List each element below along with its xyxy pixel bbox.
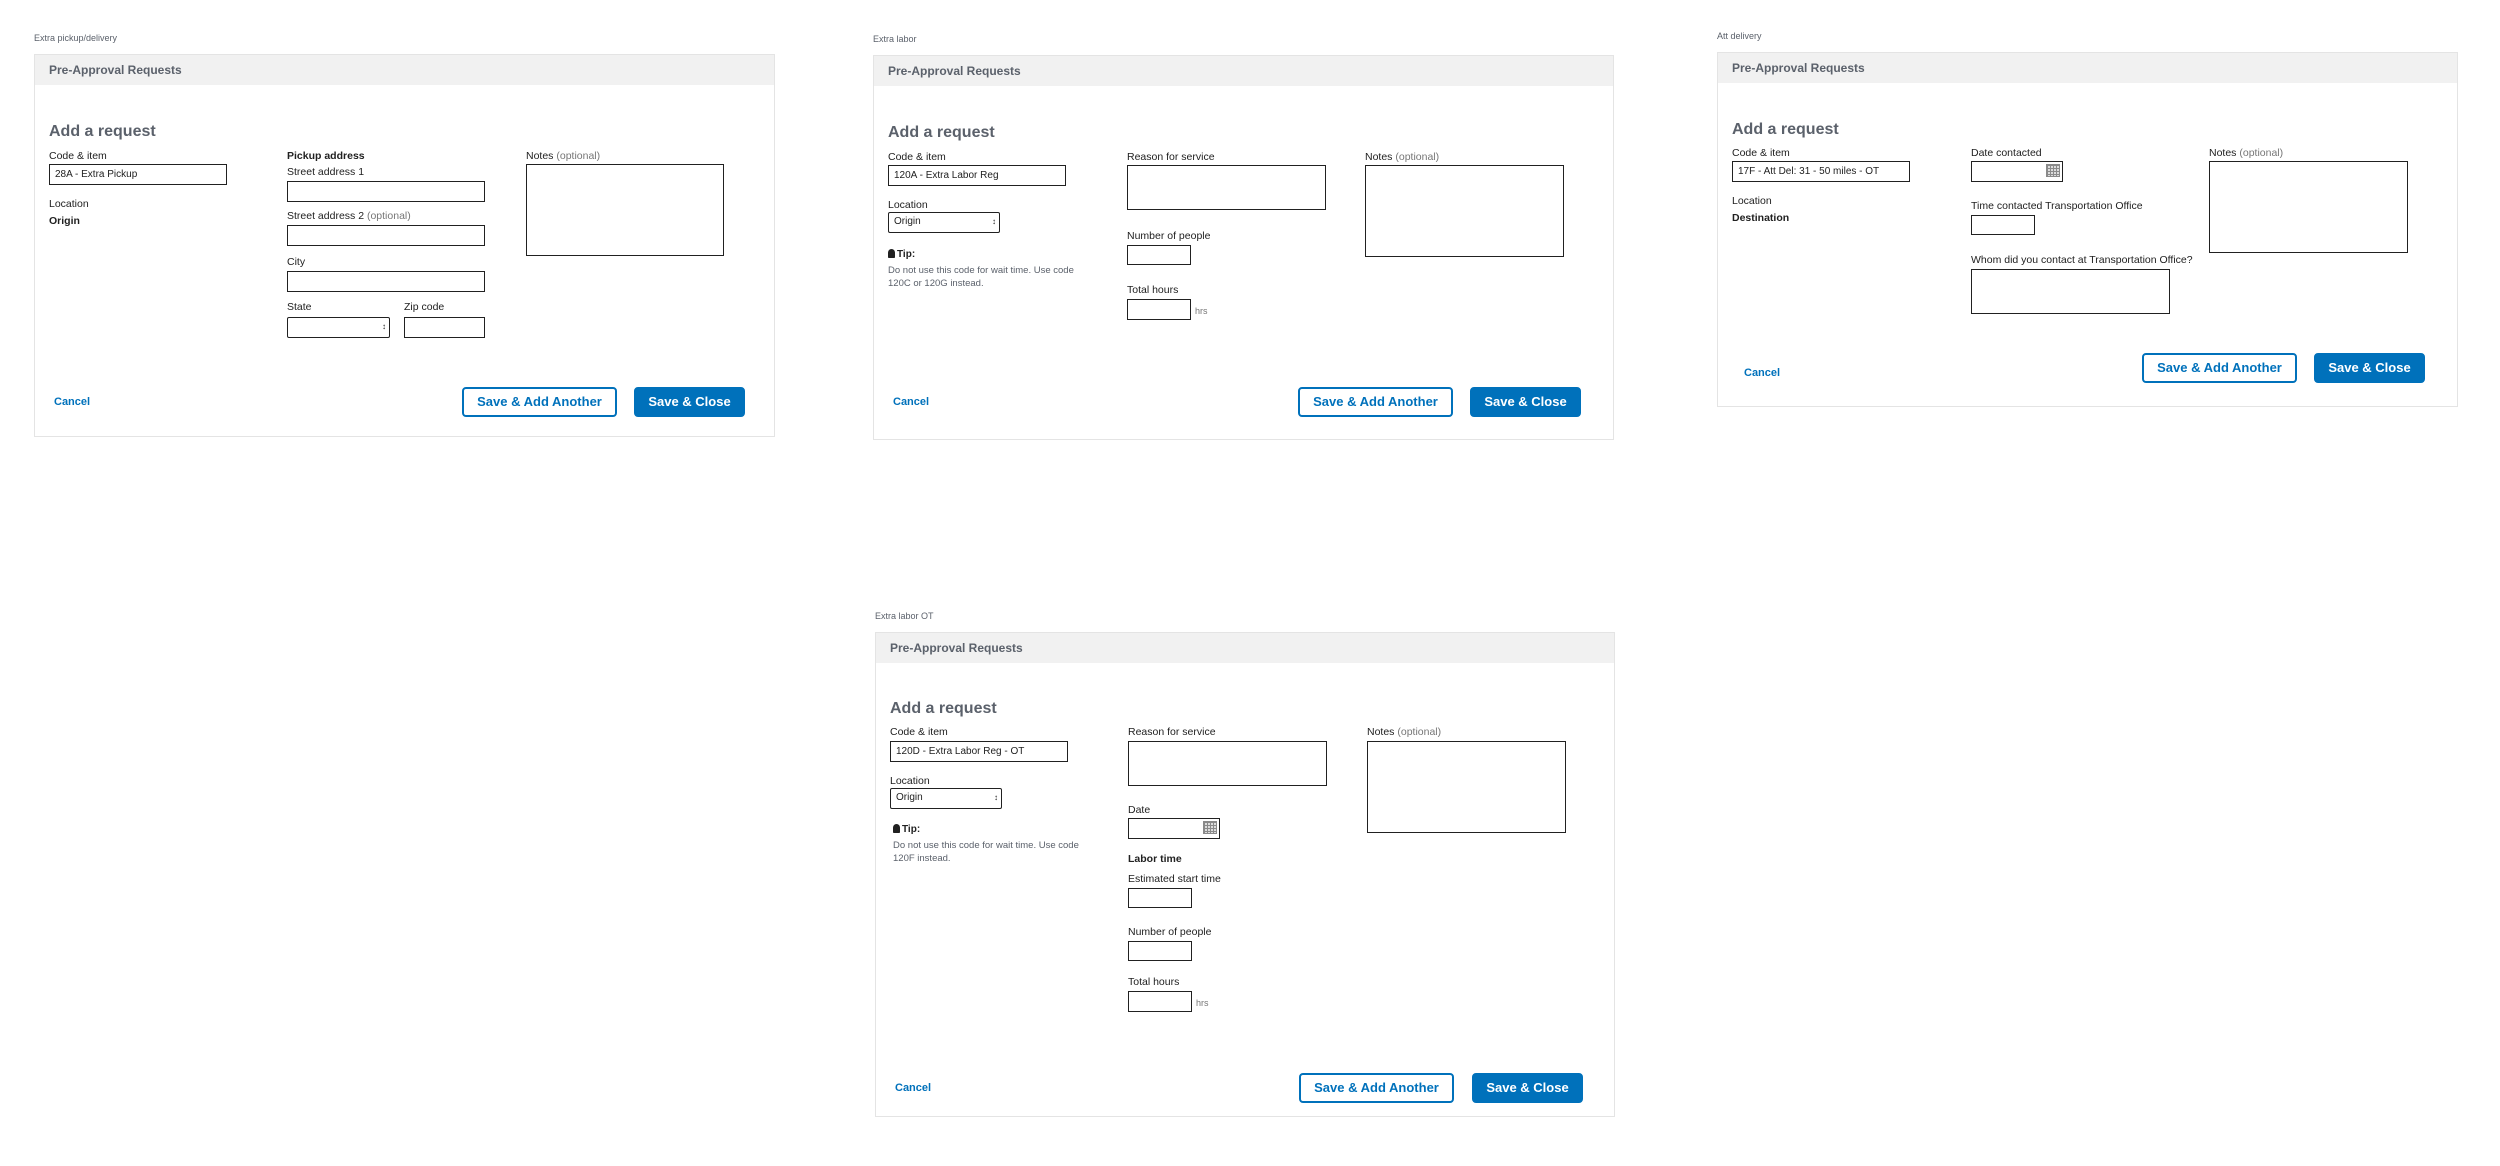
- notes-label: Notes (optional): [1367, 726, 1442, 738]
- hours-input[interactable]: [1127, 299, 1191, 320]
- save-add-another-button[interactable]: Save & Add Another: [1299, 1073, 1454, 1103]
- calendar-icon[interactable]: [2046, 164, 2060, 177]
- code-item-input[interactable]: 28A - Extra Pickup: [49, 164, 227, 185]
- tip-label: Tip:: [893, 824, 920, 835]
- code-item-label: Code & item: [890, 726, 948, 738]
- save-close-button[interactable]: Save & Close: [1472, 1073, 1583, 1103]
- notes-textarea[interactable]: [1365, 165, 1564, 257]
- hrs-unit: hrs: [1196, 998, 1209, 1008]
- pre-approval-panel-extra-labor: Pre-Approval Requests Add a request Code…: [873, 55, 1614, 440]
- code-item-input[interactable]: 120D - Extra Labor Reg - OT: [890, 741, 1068, 762]
- code-item-label: Code & item: [1732, 147, 1790, 159]
- location-select[interactable]: Origin ↕: [890, 788, 1002, 809]
- date-contacted-label: Date contacted: [1971, 147, 2042, 159]
- panel-header: Pre-Approval Requests: [35, 55, 774, 85]
- est-start-input[interactable]: [1128, 888, 1192, 908]
- state-select[interactable]: ↕: [287, 317, 390, 338]
- whom-textarea[interactable]: [1971, 269, 2170, 314]
- est-start-label: Estimated start time: [1128, 873, 1221, 885]
- reason-label: Reason for service: [1128, 726, 1216, 738]
- panel-caption: Att delivery: [1717, 31, 1762, 41]
- cancel-link[interactable]: Cancel: [895, 1082, 931, 1094]
- tip-text: Do not use this code for wait time. Use …: [893, 840, 1079, 864]
- cancel-link[interactable]: Cancel: [893, 396, 929, 408]
- save-add-another-button[interactable]: Save & Add Another: [2142, 353, 2297, 383]
- street1-input[interactable]: [287, 181, 485, 202]
- pre-approval-panel-extra-pickup: Pre-Approval Requests Add a request Code…: [34, 54, 775, 437]
- zip-input[interactable]: [404, 317, 485, 338]
- add-request-heading: Add a request: [49, 123, 156, 140]
- location-value: Origin: [49, 215, 80, 227]
- cancel-link[interactable]: Cancel: [54, 396, 90, 408]
- notes-label: Notes (optional): [1365, 151, 1440, 163]
- labor-time-heading: Labor time: [1128, 853, 1182, 865]
- city-input[interactable]: [287, 271, 485, 292]
- save-add-another-button[interactable]: Save & Add Another: [1298, 387, 1453, 417]
- panel-caption: Extra pickup/delivery: [34, 33, 118, 43]
- pre-approval-panel-extra-labor-ot: Pre-Approval Requests Add a request Code…: [875, 632, 1615, 1117]
- notes-textarea[interactable]: [1367, 741, 1566, 833]
- save-close-button[interactable]: Save & Close: [634, 387, 745, 417]
- calendar-icon[interactable]: [1203, 821, 1217, 834]
- code-item-input[interactable]: 120A - Extra Labor Reg: [888, 165, 1066, 186]
- location-value: Destination: [1732, 212, 1790, 224]
- notes-label: Notes (optional): [2209, 147, 2284, 159]
- reason-textarea[interactable]: [1127, 165, 1326, 210]
- lightbulb-icon: [893, 824, 900, 833]
- notes-label: Notes (optional): [526, 150, 601, 162]
- reason-textarea[interactable]: [1128, 741, 1327, 786]
- street1-label: Street address 1: [287, 166, 365, 178]
- panel-header: Pre-Approval Requests: [1718, 53, 2457, 83]
- location-label: Location: [1732, 195, 1772, 207]
- street2-label: Street address 2 (optional): [287, 210, 411, 222]
- add-request-heading: Add a request: [1732, 121, 1839, 138]
- panel-caption: Extra labor OT: [875, 611, 934, 621]
- hours-label: Total hours: [1127, 284, 1179, 296]
- street2-input[interactable]: [287, 225, 485, 246]
- code-item-label: Code & item: [888, 151, 946, 163]
- pre-approval-panel-att-delivery: Pre-Approval Requests Add a request Code…: [1717, 52, 2458, 407]
- time-contacted-label: Time contacted Transportation Office: [1971, 200, 2143, 212]
- reason-label: Reason for service: [1127, 151, 1215, 163]
- people-input[interactable]: [1128, 941, 1192, 961]
- people-label: Number of people: [1128, 926, 1212, 938]
- panel-caption: Extra labor: [873, 34, 917, 44]
- add-request-heading: Add a request: [888, 124, 995, 141]
- location-label: Location: [890, 775, 930, 787]
- code-item-input[interactable]: 17F - Att Del: 31 - 50 miles - OT: [1732, 161, 1910, 182]
- state-label: State: [287, 301, 312, 313]
- location-label: Location: [888, 199, 928, 211]
- save-close-button[interactable]: Save & Close: [1470, 387, 1581, 417]
- cancel-link[interactable]: Cancel: [1744, 367, 1780, 379]
- date-label: Date: [1128, 804, 1151, 816]
- save-close-button[interactable]: Save & Close: [2314, 353, 2425, 383]
- save-add-another-button[interactable]: Save & Add Another: [462, 387, 617, 417]
- hours-input[interactable]: [1128, 991, 1192, 1012]
- hours-label: Total hours: [1128, 976, 1180, 988]
- notes-textarea[interactable]: [2209, 161, 2408, 253]
- lightbulb-icon: [888, 249, 895, 258]
- location-select[interactable]: Origin ↕: [888, 212, 1000, 233]
- add-request-heading: Add a request: [890, 700, 997, 717]
- select-arrows-icon: ↕: [994, 793, 998, 802]
- tip-label: Tip:: [888, 249, 915, 260]
- zip-label: Zip code: [404, 301, 445, 313]
- pickup-address-label: Pickup address: [287, 150, 365, 162]
- panel-header: Pre-Approval Requests: [874, 56, 1613, 86]
- notes-textarea[interactable]: [526, 164, 724, 256]
- date-contacted-input[interactable]: [1971, 161, 2063, 182]
- select-arrows-icon: ↕: [382, 322, 386, 331]
- people-label: Number of people: [1127, 230, 1211, 242]
- select-arrows-icon: ↕: [992, 217, 996, 226]
- people-input[interactable]: [1127, 245, 1191, 265]
- hrs-unit: hrs: [1195, 306, 1208, 316]
- whom-label: Whom did you contact at Transportation O…: [1971, 254, 2193, 266]
- time-contacted-input[interactable]: [1971, 215, 2035, 235]
- code-item-label: Code & item: [49, 150, 107, 162]
- tip-text: Do not use this code for wait time. Use …: [888, 265, 1074, 289]
- date-input[interactable]: [1128, 818, 1220, 839]
- city-label: City: [287, 256, 306, 268]
- panel-header: Pre-Approval Requests: [876, 633, 1614, 663]
- location-label: Location: [49, 198, 89, 210]
